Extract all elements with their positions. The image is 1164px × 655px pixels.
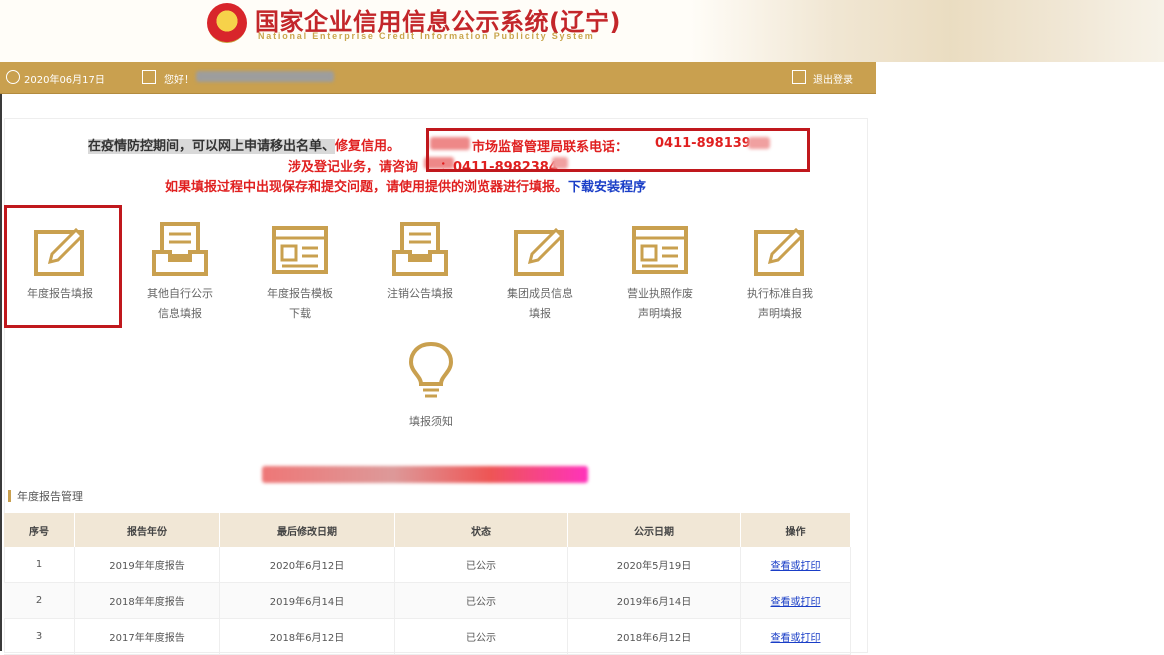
- window-edge: [0, 0, 2, 651]
- download-installer-link[interactable]: 下载安装程序: [568, 180, 646, 195]
- row-index: 1: [4, 547, 75, 583]
- status: 已公示: [394, 547, 568, 583]
- col-header: 报告年份: [74, 513, 220, 547]
- tile-label: 集团成员信息 填报: [507, 287, 573, 320]
- col-header: 最后修改日期: [219, 513, 395, 547]
- logout-icon[interactable]: [792, 70, 806, 84]
- edit-form-icon: [754, 227, 805, 276]
- last-modified: 2018年6月12日: [219, 618, 395, 655]
- tile-filing-instructions[interactable]: 填报须知: [381, 340, 481, 432]
- tile-license-void[interactable]: 营业执照作废 声明填报: [610, 218, 710, 324]
- col-header: 序号: [4, 513, 75, 547]
- col-header: 公示日期: [567, 513, 741, 547]
- tile-label: 注销公告填报: [387, 287, 453, 300]
- publish-date: 2018年6月12日: [567, 618, 741, 655]
- report-year: 2017年年度报告: [74, 618, 220, 655]
- table-row: 1 2019年年度报告 2020年6月12日 已公示 2020年5月19日 查看…: [4, 547, 851, 583]
- national-emblem-icon: [207, 3, 247, 43]
- edit-form-icon: [514, 227, 565, 276]
- notice-highlight: 在疫情防控期间，可以网上申请移出名单、: [88, 139, 336, 154]
- site-header: 国家企业信用信息公示系统(辽宁) National Enterprise Cre…: [0, 0, 1164, 62]
- view-print-link[interactable]: 查看或打印: [771, 633, 821, 644]
- col-header: 操作: [740, 513, 851, 547]
- status: 已公示: [394, 618, 568, 655]
- inbox-document-icon: [152, 222, 208, 276]
- notice-line-2: 涉及登记业务，请咨询: [288, 160, 419, 175]
- view-print-link[interactable]: 查看或打印: [771, 561, 821, 572]
- col-header: 状态: [394, 513, 568, 547]
- tile-standard-declaration[interactable]: 执行标准自我 声明填报: [730, 218, 830, 324]
- notice-line-3: 如果填报过程中出现保存和提交问题，请使用提供的浏览器进行填报。下载安装程序: [165, 176, 646, 195]
- template-window-icon: [272, 226, 328, 274]
- tile-label: 填报须知: [409, 415, 453, 428]
- annual-report-table: 序号 报告年份 最后修改日期 状态 公示日期 操作 1 2019年年度报告 20…: [4, 513, 851, 655]
- notice-line-1: 在疫情防控期间，可以网上申请移出名单、修复信用。: [88, 135, 400, 154]
- notice-credit-repair: 修复信用。: [335, 139, 401, 154]
- report-year: 2018年年度报告: [74, 582, 220, 619]
- redacted-company-name: [262, 466, 588, 483]
- table-row: 2 2018年年度报告 2019年6月14日 已公示 2019年6月14日 查看…: [4, 582, 851, 619]
- view-print-link[interactable]: 查看或打印: [771, 597, 821, 608]
- row-index: 3: [4, 618, 75, 655]
- tile-template-download[interactable]: 年度报告模板 下载: [250, 218, 350, 324]
- user-toolbar: 2020年06月17日 您好！ 退出登录: [0, 62, 876, 94]
- tile-cancellation-notice[interactable]: 注销公告填报: [370, 218, 470, 304]
- contact-highlight-box: [426, 128, 810, 172]
- tile-label: 执行标准自我 声明填报: [747, 287, 813, 320]
- greeting-label: 您好！: [164, 75, 194, 86]
- tile-label: 营业执照作废 声明填报: [627, 287, 693, 320]
- publish-date: 2019年6月14日: [567, 582, 741, 619]
- tile-label: 年度报告模板 下载: [267, 287, 333, 320]
- site-subtitle: National Enterprise Credit Information P…: [258, 31, 595, 41]
- tile-label: 其他自行公示 信息填报: [147, 287, 213, 320]
- status: 已公示: [394, 582, 568, 619]
- table-header-row: 序号 报告年份 最后修改日期 状态 公示日期 操作: [4, 513, 851, 547]
- section-title: 年度报告管理: [8, 488, 83, 504]
- table-row: 3 2017年年度报告 2018年6月12日 已公示 2018年6月12日 查看…: [4, 618, 851, 655]
- publish-date: 2020年5月19日: [567, 547, 741, 583]
- current-date: 2020年06月17日: [24, 75, 105, 86]
- selected-tile-highlight: [4, 205, 122, 328]
- section-marker: [8, 490, 11, 502]
- user-card-icon: [142, 70, 156, 84]
- row-index: 2: [4, 582, 75, 619]
- browser-notice: 如果填报过程中出现保存和提交问题，请使用提供的浏览器进行填报。: [165, 180, 569, 195]
- logout-button[interactable]: 退出登录: [813, 71, 853, 86]
- lightbulb-icon: [408, 341, 454, 398]
- report-year: 2019年年度报告: [74, 547, 220, 583]
- redacted-account-name: [196, 71, 334, 82]
- tile-group-members[interactable]: 集团成员信息 填报: [490, 218, 590, 324]
- template-window-icon: [632, 226, 688, 274]
- clock-icon: [6, 70, 20, 84]
- last-modified: 2020年6月12日: [219, 547, 395, 583]
- last-modified: 2019年6月14日: [219, 582, 395, 619]
- tile-other-disclosure[interactable]: 其他自行公示 信息填报: [130, 218, 230, 324]
- inbox-document-icon: [392, 222, 448, 276]
- header-landscape-art: [690, 0, 1164, 62]
